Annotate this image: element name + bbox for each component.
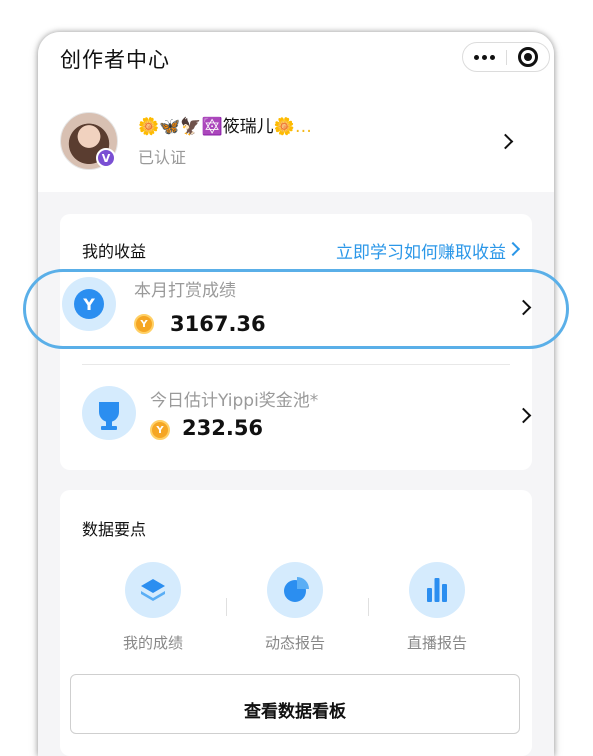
nickname: 🌼🦋🦅🔯筱瑞儿🌼… [138,112,312,137]
bars-svg [427,578,447,602]
header: 创作者中心 V 🌼🦋🦅🔯筱瑞儿🌼… 已认证 [38,32,554,192]
metric-divider [226,598,227,616]
data-points-title: 数据要点 [82,520,147,539]
pie-chart-icon [267,562,323,618]
flower-emoji-end: 🌼… [273,117,312,137]
metric-feed-report[interactable]: 动态报告 [250,562,340,653]
page-title: 创作者中心 [60,48,170,72]
bird-emoji: 🦋🦅 [159,117,202,137]
view-dashboard-button[interactable]: 查看数据看板 [70,674,520,734]
verified-badge: V [96,148,116,168]
divider [82,364,510,365]
metric-label: 我的成绩 [122,634,183,652]
metric-label: 动态报告 [264,634,325,652]
daily-pool-label: 今日估计Yippi奖金池* [150,391,319,411]
learn-earnings-link[interactable]: 立即学习如何赚取收益 [336,238,506,263]
close-target-icon[interactable] [518,47,538,67]
bar-chart-icon [409,562,465,618]
star-emoji: 🔯 [201,117,223,137]
pie-svg [284,577,309,602]
data-points-card: 数据要点 我的成绩 动态报告 直播报告 查看数据看板 [60,490,532,756]
phone-frame: 创作者中心 V 🌼🦋🦅🔯筱瑞儿🌼… 已认证 我的收益 立即学习如何赚取收益 Y … [38,32,554,756]
mini-program-capsule [462,42,550,72]
profile-row[interactable]: V 🌼🦋🦅🔯筱瑞儿🌼… 已认证 [38,104,554,184]
trophy-svg [99,402,119,430]
daily-pool-value: 232.56 [182,416,264,440]
more-options-icon[interactable] [463,43,506,71]
metric-my-results[interactable]: 我的成绩 [108,562,198,653]
layers-icon [125,562,181,618]
earnings-title: 我的收益 [82,242,147,261]
chevron-right-icon [497,133,514,150]
link-chevron-icon [505,241,521,257]
trophy-icon [82,386,136,440]
capsule-divider [506,50,507,65]
verified-status: 已认证 [138,148,187,167]
metric-label: 直播报告 [406,634,467,652]
chevron-right-icon [515,407,532,424]
metric-divider [368,598,369,616]
layers-svg [141,579,165,601]
metric-live-report[interactable]: 直播报告 [392,562,482,653]
coin-icon: Y [150,420,170,440]
flower-emoji: 🌼 [138,117,160,137]
nickname-text: 筱瑞儿 [222,117,274,137]
highlight-outline [23,269,569,349]
